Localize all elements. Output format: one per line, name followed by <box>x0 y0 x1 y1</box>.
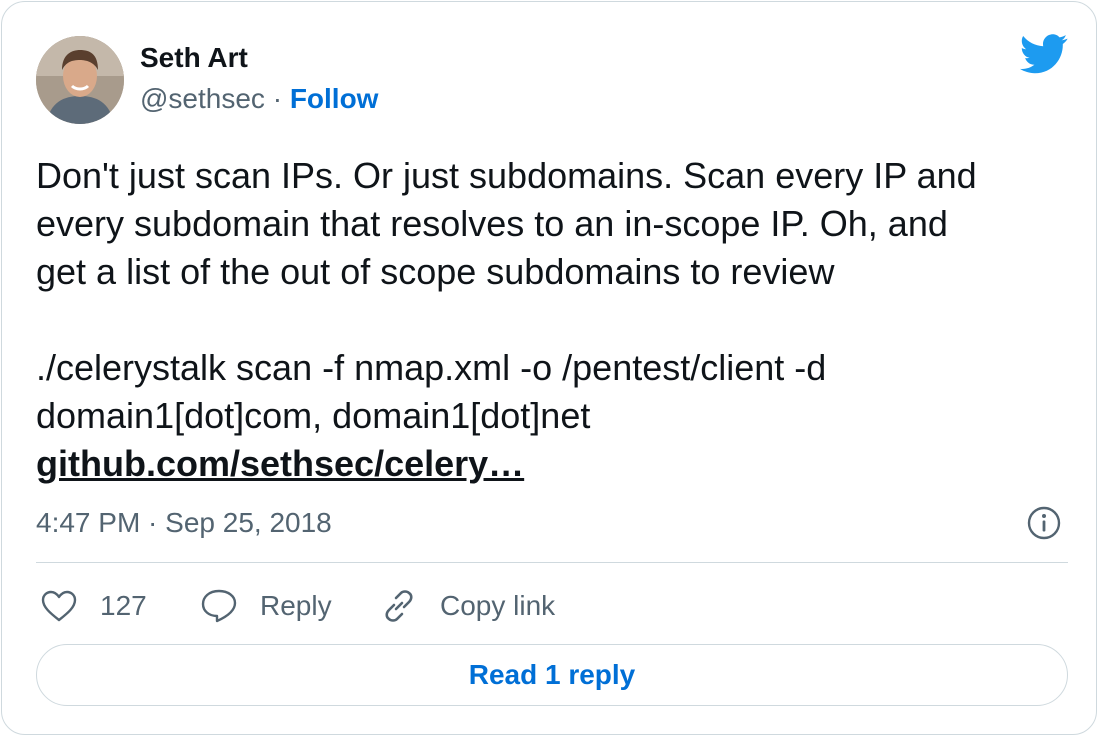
tweet-line: domain1[dot]com, domain1[dot]net <box>36 395 591 436</box>
twitter-bird-icon[interactable] <box>1020 34 1068 74</box>
link-icon <box>385 590 413 622</box>
read-reply-button[interactable]: Read 1 reply <box>36 644 1068 706</box>
copy-link-label: Copy link <box>440 590 556 621</box>
handle-separator: · <box>264 83 290 114</box>
divider <box>36 562 1068 563</box>
author-name[interactable]: Seth Art <box>140 42 248 74</box>
follow-button[interactable]: Follow <box>290 83 379 114</box>
reply-label: Reply <box>260 590 332 621</box>
tweet-timestamp[interactable]: 4:47 PM · Sep 25, 2018 <box>36 506 332 540</box>
author-handle-row: @sethsec · Follow <box>140 82 378 116</box>
speech-bubble-icon <box>201 589 237 623</box>
tweet-line: get a list of the out of scope subdomain… <box>36 251 835 292</box>
tweet-text: Don't just scan IPs. Or just subdomains.… <box>36 152 1076 488</box>
tweet-line: every subdomain that resolves to an in-s… <box>36 203 948 244</box>
author-handle[interactable]: @sethsec <box>140 83 265 114</box>
info-icon[interactable] <box>1026 505 1062 541</box>
tweet-line: Don't just scan IPs. Or just subdomains.… <box>36 155 977 196</box>
like-button[interactable]: 127 <box>40 584 147 628</box>
tweet-line: ./celerystalk scan -f nmap.xml -o /pente… <box>36 347 827 388</box>
copy-link-button[interactable]: Copy link <box>380 584 555 628</box>
heart-icon <box>41 590 77 622</box>
like-count: 127 <box>100 590 147 621</box>
reply-button[interactable]: Reply <box>200 584 332 628</box>
tweet-card: Seth Art @sethsec · Follow Don't just sc… <box>1 1 1097 735</box>
avatar[interactable] <box>36 36 124 124</box>
tweet-link[interactable]: github.com/sethsec/celery… <box>36 443 524 484</box>
avatar-image <box>36 36 124 124</box>
